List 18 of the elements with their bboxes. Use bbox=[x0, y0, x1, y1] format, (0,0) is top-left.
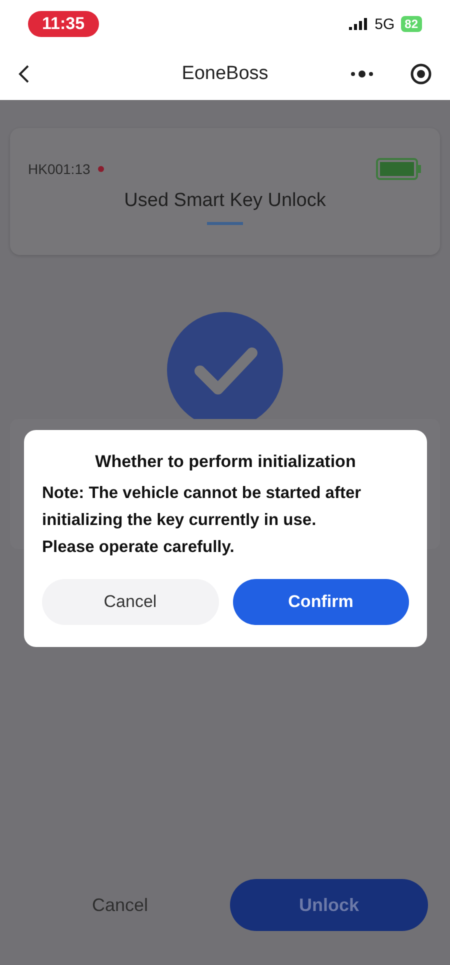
page-title: EoneBoss bbox=[182, 63, 268, 85]
signal-icon bbox=[348, 18, 369, 30]
card-title: Used Smart Key Unlock bbox=[124, 190, 326, 212]
network-label: 5G bbox=[374, 16, 395, 32]
dialog-title: Whether to perform initialization bbox=[94, 452, 357, 472]
dialog-button[interactable]: Confirm bbox=[232, 579, 409, 625]
device-id: HK001:13 bbox=[28, 161, 90, 177]
battery-icon bbox=[376, 158, 422, 180]
record-icon[interactable] bbox=[410, 63, 432, 85]
clock-time: 11:35 bbox=[28, 11, 99, 37]
more-icon[interactable] bbox=[350, 70, 374, 78]
action-button[interactable]: Unlock bbox=[230, 879, 428, 931]
battery-level: 82 bbox=[400, 16, 422, 32]
status-dot-icon bbox=[98, 166, 104, 172]
action-button[interactable]: Cancel bbox=[10, 879, 230, 931]
back-icon[interactable] bbox=[18, 64, 30, 84]
dialog-button[interactable]: Cancel bbox=[42, 579, 218, 625]
dialog-message: Note: The vehicle cannot be started after initializing the key currently in use. Please operate carefully. bbox=[42, 483, 362, 558]
